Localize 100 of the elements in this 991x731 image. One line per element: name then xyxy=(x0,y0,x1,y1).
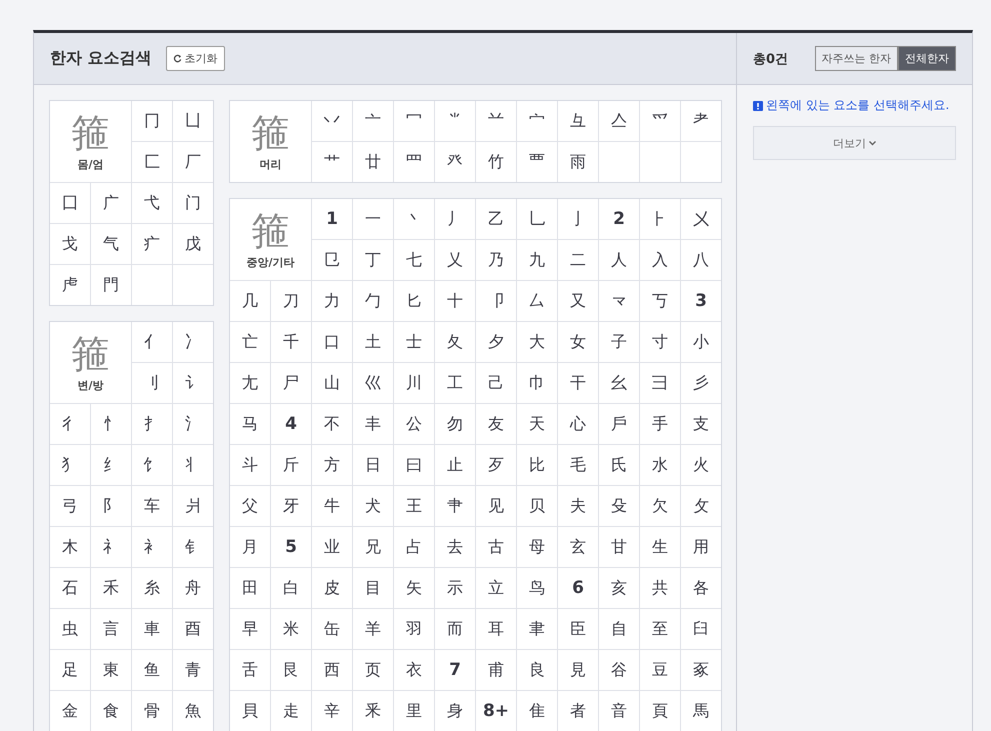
component-key[interactable]: 艹 xyxy=(312,142,352,182)
component-key[interactable]: 木 xyxy=(50,527,90,567)
component-key[interactable]: 豆 xyxy=(640,650,680,690)
component-key[interactable]: 又 xyxy=(558,281,598,321)
component-key[interactable]: 幺 xyxy=(599,363,639,403)
component-key[interactable]: 勿 xyxy=(435,404,475,444)
component-key[interactable]: 龴 xyxy=(599,281,639,321)
component-key[interactable]: 乙 xyxy=(476,199,516,239)
component-key[interactable]: 贝 xyxy=(517,486,557,526)
component-key[interactable]: 方 xyxy=(312,445,352,485)
component-key[interactable]: 去 xyxy=(435,527,475,567)
stroke-count-key[interactable]: 3 xyxy=(681,281,721,321)
component-key[interactable]: 禾 xyxy=(91,568,131,608)
component-key[interactable]: 曰 xyxy=(394,445,434,485)
component-key[interactable]: 牙 xyxy=(271,486,311,526)
component-key[interactable]: 足 xyxy=(50,650,90,690)
component-key[interactable]: 十 xyxy=(435,281,475,321)
component-key[interactable]: 彡 xyxy=(681,363,721,403)
component-key[interactable]: 矢 xyxy=(394,568,434,608)
component-key[interactable]: 弋 xyxy=(132,183,172,223)
component-key[interactable]: 田 xyxy=(230,568,270,608)
component-key[interactable]: 門 xyxy=(91,265,131,305)
component-key[interactable]: 阝 xyxy=(91,486,131,526)
component-key[interactable]: 见 xyxy=(476,486,516,526)
component-key[interactable]: 㐅 xyxy=(681,199,721,239)
filter-tab[interactable]: 전체한자 xyxy=(898,46,956,71)
component-key[interactable]: 爫 xyxy=(640,101,680,141)
component-key[interactable]: 丿 xyxy=(435,199,475,239)
component-key[interactable]: 天 xyxy=(517,404,557,444)
component-key[interactable]: 音 xyxy=(599,691,639,731)
component-key[interactable]: 雨 xyxy=(558,142,598,182)
component-key[interactable]: 丶 xyxy=(394,199,434,239)
component-key[interactable]: 戈 xyxy=(50,224,90,264)
component-key[interactable]: 马 xyxy=(230,404,270,444)
component-key[interactable]: 厂 xyxy=(173,142,213,182)
component-key[interactable]: 羽 xyxy=(394,609,434,649)
component-key[interactable]: 舌 xyxy=(230,650,270,690)
component-key[interactable]: 羊 xyxy=(353,609,393,649)
component-key[interactable]: 貝 xyxy=(230,691,270,731)
component-key[interactable]: 西 xyxy=(312,650,352,690)
component-key[interactable]: 毛 xyxy=(558,445,598,485)
component-key[interactable]: 共 xyxy=(640,568,680,608)
component-key[interactable]: 罒 xyxy=(394,142,434,182)
component-key[interactable]: 者 xyxy=(558,691,598,731)
component-key[interactable]: 入 xyxy=(640,240,680,280)
component-key[interactable]: 友 xyxy=(476,404,516,444)
component-key[interactable]: 乚 xyxy=(517,199,557,239)
component-key[interactable]: 聿 xyxy=(517,609,557,649)
component-key[interactable]: 言 xyxy=(91,609,131,649)
component-key[interactable]: 页 xyxy=(353,650,393,690)
stroke-count-key[interactable]: 4 xyxy=(271,404,311,444)
component-key[interactable]: 鸟 xyxy=(517,568,557,608)
component-key[interactable]: 車 xyxy=(132,609,172,649)
component-key[interactable]: 歹 xyxy=(476,445,516,485)
stroke-count-key[interactable]: 8+ xyxy=(476,691,516,731)
stroke-count-key[interactable]: 2 xyxy=(599,199,639,239)
component-key[interactable]: 小 xyxy=(681,322,721,362)
component-key[interactable]: 手 xyxy=(640,404,680,444)
component-key[interactable]: 亠 xyxy=(353,101,393,141)
component-key[interactable]: 彑 xyxy=(558,101,598,141)
component-key[interactable]: 人 xyxy=(599,240,639,280)
component-key[interactable]: 臼 xyxy=(681,609,721,649)
component-key[interactable]: 生 xyxy=(640,527,680,567)
component-key[interactable]: 犭 xyxy=(50,445,90,485)
reset-button[interactable]: 초기화 xyxy=(166,46,225,71)
component-key[interactable]: 尢 xyxy=(230,363,270,403)
component-key[interactable]: 九 xyxy=(517,240,557,280)
component-key[interactable]: 斗 xyxy=(230,445,270,485)
component-key[interactable]: 舟 xyxy=(173,568,213,608)
component-key[interactable]: 冫 xyxy=(173,322,213,362)
component-key[interactable]: 门 xyxy=(173,183,213,223)
component-key[interactable]: 气 xyxy=(91,224,131,264)
component-key[interactable]: 二 xyxy=(558,240,598,280)
component-key[interactable]: 古 xyxy=(476,527,516,567)
component-key[interactable]: 月 xyxy=(230,527,270,567)
component-key[interactable]: 大 xyxy=(517,322,557,362)
component-key[interactable]: 丬 xyxy=(173,445,213,485)
component-key[interactable]: 欠 xyxy=(640,486,680,526)
component-key[interactable]: ⺊ xyxy=(640,199,680,239)
component-key[interactable]: 丂 xyxy=(640,281,680,321)
component-key[interactable]: 丰 xyxy=(353,404,393,444)
component-key[interactable]: 示 xyxy=(435,568,475,608)
component-key[interactable]: 几 xyxy=(230,281,270,321)
component-key[interactable]: 寸 xyxy=(640,322,680,362)
component-key[interactable]: 而 xyxy=(435,609,475,649)
component-key[interactable]: 巛 xyxy=(353,363,393,403)
component-key[interactable]: 女 xyxy=(558,322,598,362)
component-key[interactable]: 白 xyxy=(271,568,311,608)
component-key[interactable]: 良 xyxy=(517,650,557,690)
component-key[interactable]: 至 xyxy=(640,609,680,649)
component-key[interactable]: 夕 xyxy=(476,322,516,362)
component-key[interactable]: 干 xyxy=(558,363,598,403)
component-key[interactable]: 勹 xyxy=(353,281,393,321)
component-key[interactable]: 用 xyxy=(681,527,721,567)
component-key[interactable]: 公 xyxy=(394,404,434,444)
component-key[interactable]: 王 xyxy=(394,486,434,526)
component-key[interactable]: 父 xyxy=(230,486,270,526)
component-key[interactable]: 金 xyxy=(50,691,90,731)
component-key[interactable]: 彐 xyxy=(640,363,680,403)
component-key[interactable]: 耂 xyxy=(681,101,721,141)
